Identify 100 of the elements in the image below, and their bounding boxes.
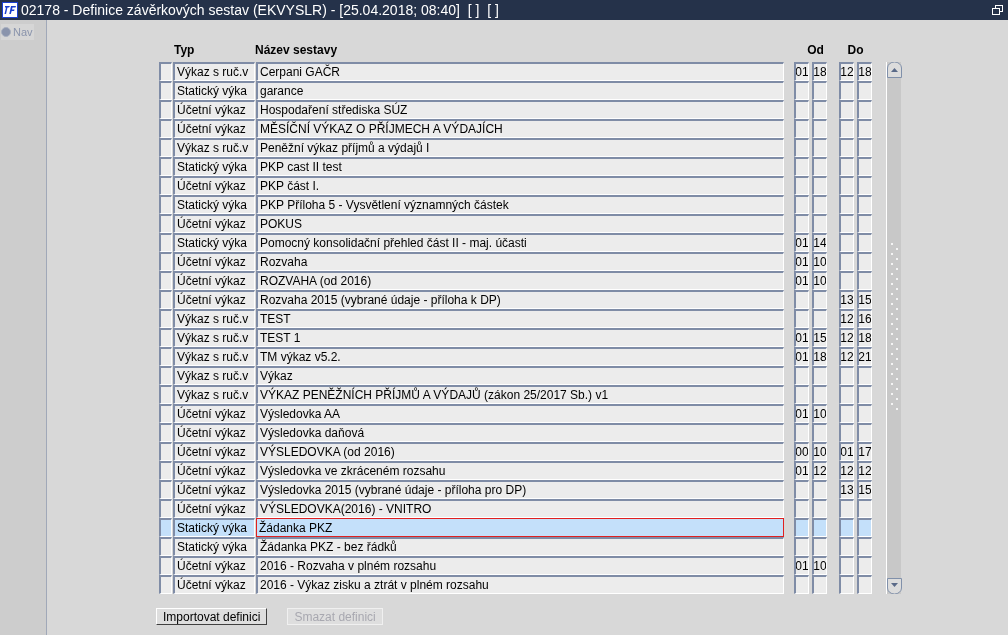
row-selector[interactable] — [159, 138, 172, 157]
to-field[interactable] — [839, 537, 854, 556]
to-field[interactable] — [839, 119, 854, 138]
type-field[interactable]: Výkaz s ruč.v — [173, 309, 255, 328]
to-field[interactable]: 16 — [857, 309, 872, 328]
name-field[interactable]: POKUS — [256, 214, 784, 233]
row-selector[interactable] — [159, 366, 172, 385]
to-field[interactable]: 18 — [857, 328, 872, 347]
to-field[interactable]: 12 — [839, 62, 854, 81]
to-field[interactable] — [857, 195, 872, 214]
to-field[interactable] — [857, 385, 872, 404]
to-field[interactable]: 17 — [857, 442, 872, 461]
name-field[interactable]: Rozvaha — [256, 252, 784, 271]
row-selector[interactable] — [159, 442, 172, 461]
type-field[interactable]: Výkaz s ruč.v — [173, 62, 255, 81]
from-field[interactable] — [794, 423, 809, 442]
row-selector[interactable] — [159, 423, 172, 442]
from-field[interactable] — [794, 480, 809, 499]
name-field[interactable]: PKP část I. — [256, 176, 784, 195]
name-field[interactable]: 2016 - Výkaz zisku a ztrát v plném rozsahu — [256, 575, 784, 594]
row-selector[interactable] — [159, 537, 172, 556]
type-field[interactable]: Výkaz s ruč.v — [173, 385, 255, 404]
from-field[interactable] — [812, 119, 827, 138]
name-field[interactable]: Žádanka PKZ - bez řádků — [256, 537, 784, 556]
row-selector[interactable] — [159, 62, 172, 81]
from-field[interactable] — [794, 385, 809, 404]
from-field[interactable]: 10 — [812, 404, 827, 423]
to-field[interactable]: 15 — [857, 290, 872, 309]
to-field[interactable]: 12 — [839, 347, 854, 366]
to-field[interactable]: 12 — [839, 328, 854, 347]
from-field[interactable]: 15 — [812, 328, 827, 347]
from-field[interactable] — [794, 138, 809, 157]
name-field[interactable]: Peněžní výkaz příjmů a výdajů I — [256, 138, 784, 157]
type-field[interactable]: Účetní výkaz — [173, 290, 255, 309]
from-field[interactable] — [794, 195, 809, 214]
to-field[interactable] — [839, 575, 854, 594]
row-selector[interactable] — [159, 271, 172, 290]
to-field[interactable] — [857, 176, 872, 195]
from-field[interactable]: 01 — [794, 347, 809, 366]
type-field[interactable]: Účetní výkaz — [173, 271, 255, 290]
type-field[interactable]: Statický výka — [173, 81, 255, 100]
from-field[interactable]: 12 — [812, 461, 827, 480]
to-field[interactable]: 21 — [857, 347, 872, 366]
row-selector[interactable] — [159, 499, 172, 518]
row-selector[interactable] — [159, 309, 172, 328]
type-field[interactable]: Výkaz s ruč.v — [173, 366, 255, 385]
name-field[interactable]: TEST 1 — [256, 328, 784, 347]
name-field[interactable]: ROZVAHA (od 2016) — [256, 271, 784, 290]
to-field[interactable] — [839, 518, 854, 537]
from-field[interactable] — [794, 537, 809, 556]
from-field[interactable] — [812, 100, 827, 119]
from-field[interactable] — [812, 290, 827, 309]
name-field[interactable]: Výsledovka AA — [256, 404, 784, 423]
name-field[interactable]: garance — [256, 81, 784, 100]
row-selector[interactable] — [159, 195, 172, 214]
to-field[interactable] — [839, 423, 854, 442]
row-selector[interactable] — [159, 176, 172, 195]
name-field[interactable]: Rozvaha 2015 (vybrané údaje - příloha k DP) — [256, 290, 784, 309]
name-field[interactable]: TEST — [256, 309, 784, 328]
name-field[interactable]: MĚSÍČNÍ VÝKAZ O PŘÍJMECH A VÝDAJÍCH — [256, 119, 784, 138]
to-field[interactable] — [857, 366, 872, 385]
row-selector[interactable] — [159, 100, 172, 119]
to-field[interactable] — [839, 404, 854, 423]
type-field[interactable]: Statický výka — [173, 157, 255, 176]
from-field[interactable] — [794, 518, 809, 537]
from-field[interactable]: 01 — [794, 271, 809, 290]
from-field[interactable] — [812, 480, 827, 499]
row-selector[interactable] — [159, 81, 172, 100]
name-field[interactable]: Výsledovka daňová — [256, 423, 784, 442]
to-field[interactable]: 12 — [857, 461, 872, 480]
to-field[interactable]: 18 — [857, 62, 872, 81]
to-field[interactable] — [839, 556, 854, 575]
from-field[interactable] — [794, 575, 809, 594]
name-field[interactable]: Cerpani GAČR — [256, 62, 784, 81]
restore-icon[interactable] — [992, 5, 1003, 15]
from-field[interactable] — [812, 366, 827, 385]
to-field[interactable] — [857, 214, 872, 233]
from-field[interactable]: 18 — [812, 62, 827, 81]
type-field[interactable]: Účetní výkaz — [173, 423, 255, 442]
row-selector[interactable] — [159, 556, 172, 575]
from-field[interactable] — [812, 537, 827, 556]
from-field[interactable] — [794, 499, 809, 518]
from-field[interactable] — [812, 176, 827, 195]
to-field[interactable] — [857, 537, 872, 556]
from-field[interactable]: 01 — [794, 556, 809, 575]
to-field[interactable] — [839, 100, 854, 119]
from-field[interactable] — [812, 214, 827, 233]
from-field[interactable]: 01 — [794, 252, 809, 271]
type-field[interactable]: Účetní výkaz — [173, 100, 255, 119]
type-field[interactable]: Statický výka — [173, 537, 255, 556]
type-field[interactable]: Účetní výkaz — [173, 404, 255, 423]
scroll-down-icon[interactable] — [887, 578, 902, 594]
type-field[interactable]: Účetní výkaz — [173, 119, 255, 138]
from-field[interactable] — [794, 214, 809, 233]
to-field[interactable] — [839, 252, 854, 271]
name-field[interactable]: Výsledovka ve zkráceném rozsahu — [256, 461, 784, 480]
name-field[interactable]: VÝSLEDOVKA (od 2016) — [256, 442, 784, 461]
from-field[interactable]: 01 — [794, 328, 809, 347]
to-field[interactable] — [839, 138, 854, 157]
to-field[interactable] — [857, 119, 872, 138]
